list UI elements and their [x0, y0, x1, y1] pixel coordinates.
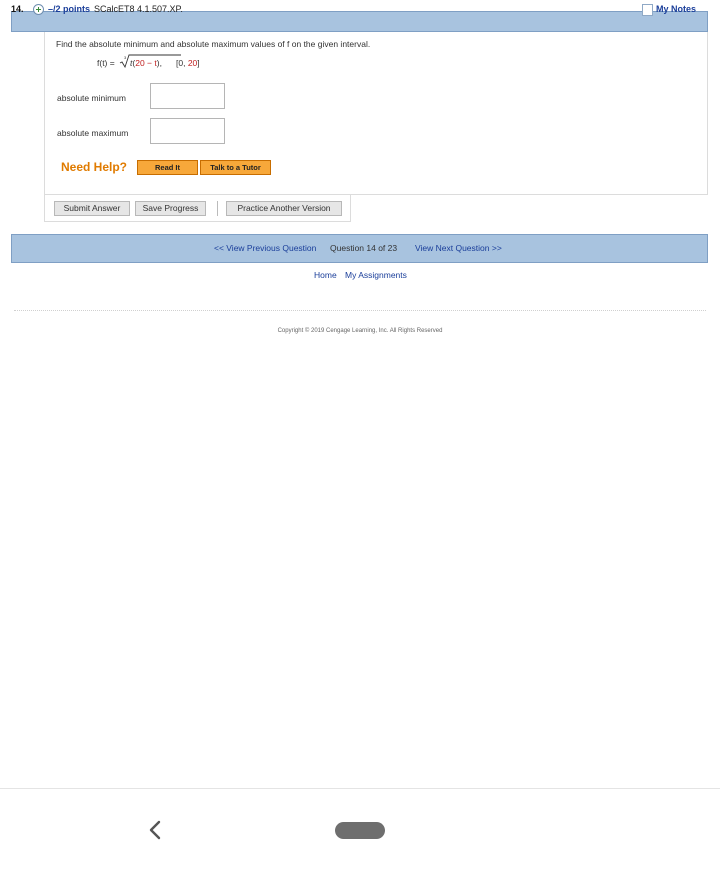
formula-paren-close: ),	[156, 58, 162, 68]
view-next-question-link[interactable]: View Next Question >>	[415, 243, 502, 253]
need-help-title: Need Help?	[61, 160, 128, 174]
copyright-text: Copyright © 2019 Cengage Learning, Inc. …	[277, 328, 443, 334]
home-link[interactable]: Home	[314, 270, 337, 280]
action-divider	[217, 201, 218, 216]
formula-lhs: f(t) =	[97, 58, 115, 68]
absolute-minimum-label: absolute minimum	[57, 93, 126, 103]
question-points: –/2 points	[48, 4, 91, 14]
interval-close: ]	[197, 58, 200, 68]
my-notes-link[interactable]: My Notes	[656, 4, 696, 14]
interval-open: [0,	[176, 58, 188, 68]
practice-another-version-button[interactable]: Practice Another Version	[226, 201, 342, 216]
absolute-minimum-input[interactable]	[150, 83, 225, 109]
view-previous-question-link[interactable]: << View Previous Question	[214, 243, 316, 253]
footer-divider	[14, 310, 706, 311]
talk-to-tutor-button[interactable]: Talk to a Tutor	[200, 160, 271, 175]
interval-value: 20	[187, 58, 198, 68]
question-position: Question 14 of 23	[330, 243, 398, 253]
question-code: SCalcET8 4.1.507.XP.	[94, 4, 183, 14]
save-progress-button[interactable]: Save Progress	[135, 201, 206, 216]
back-chevron-icon[interactable]	[146, 820, 166, 840]
system-nav-divider	[0, 788, 720, 789]
my-assignments-link[interactable]: My Assignments	[345, 270, 407, 280]
submit-answer-button[interactable]: Submit Answer	[54, 201, 130, 216]
formula-interval: [0, 20]	[176, 58, 200, 68]
formula-body: t(20 − t),	[130, 58, 162, 68]
read-it-button[interactable]: Read It	[137, 160, 198, 175]
question-number: 14.	[11, 4, 24, 14]
formula-inner: 20 − t	[135, 58, 157, 68]
home-pill-button[interactable]	[335, 822, 385, 839]
absolute-maximum-label: absolute maximum	[57, 128, 129, 138]
radical-index: 3	[124, 55, 127, 60]
question-prompt: Find the absolute minimum and absolute m…	[56, 39, 371, 49]
plus-circle-icon[interactable]	[33, 4, 44, 15]
absolute-maximum-input[interactable]	[150, 118, 225, 144]
question-header	[11, 11, 708, 32]
notes-icon[interactable]	[642, 4, 653, 16]
